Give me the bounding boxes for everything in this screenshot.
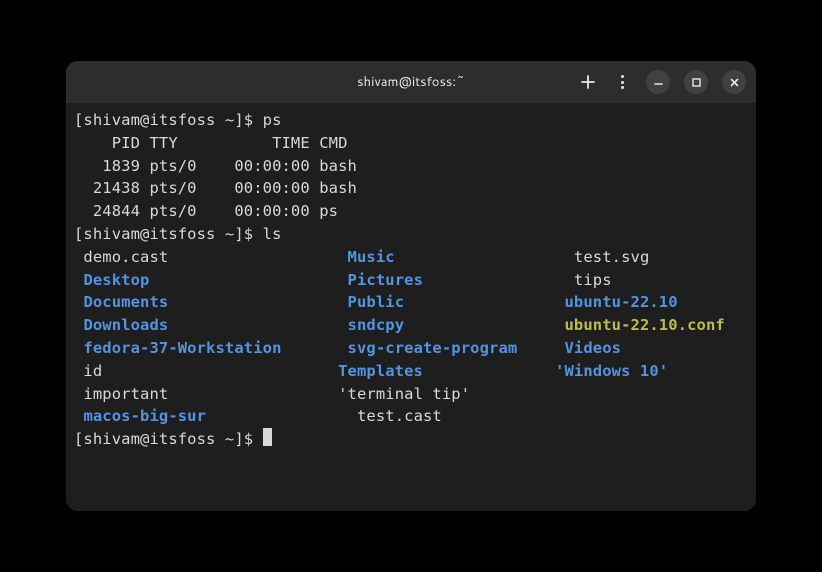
command: ps [263,111,282,129]
ls-entry: sndcpy [348,316,405,334]
minimize-button[interactable] [646,70,670,94]
command: ls [263,225,282,243]
ls-entry: Downloads [83,316,168,334]
ps-header: PID TTY TIME CMD [74,134,348,152]
menu-button[interactable] [612,72,632,92]
maximize-button[interactable] [684,70,708,94]
ls-entry: fedora-37-Workstation [83,339,281,357]
terminal-content[interactable]: [shivam@itsfoss ~]$ ps PID TTY TIME CMD … [66,103,756,511]
ps-row: 1839 pts/0 00:00:00 bash [74,157,357,175]
titlebar: shivam@itsfoss:~ [66,61,756,103]
ls-entry: macos-big-sur [83,407,206,425]
terminal-window: shivam@itsfoss:~ [shivam@itsfoss ~]$ ps … [66,61,756,511]
ps-row: 21438 pts/0 00:00:00 bash [74,179,357,197]
ls-entry: tips [565,271,612,289]
ls-entry: 'terminal tip' [338,385,470,403]
ls-entry: demo.cast [74,248,168,266]
ps-row: 24844 pts/0 00:00:00 ps [74,202,338,220]
cursor [263,428,272,446]
ls-entry: id [74,362,102,380]
new-tab-button[interactable] [578,72,598,92]
prompt: [shivam@itsfoss ~]$ [74,111,263,129]
kebab-icon [621,75,624,78]
minimize-icon [653,77,664,88]
ls-entry: Music [348,248,395,266]
prompt: [shivam@itsfoss ~]$ [74,225,263,243]
ls-entry: Videos [565,339,622,357]
ls-entry: ubuntu-22.10 [564,293,677,311]
ls-entry: Public [348,293,405,311]
ls-entry: test.cast [348,407,442,425]
ls-entry: svg-create-program [348,339,518,357]
plus-icon [580,74,596,90]
ls-entry: Desktop [83,271,149,289]
window-controls [578,70,746,94]
ls-entry: Pictures [348,271,423,289]
ls-entry: ubuntu-22.10.conf [564,316,724,334]
prompt: [shivam@itsfoss ~]$ [74,430,263,448]
ls-entry: test.svg [565,248,650,266]
ls-entry: important [74,385,168,403]
ls-entry: Documents [83,293,168,311]
maximize-icon [691,77,702,88]
ls-entry: 'Windows 10' [555,362,668,380]
ls-entry: Templates [338,362,423,380]
close-icon [729,77,740,88]
close-button[interactable] [722,70,746,94]
